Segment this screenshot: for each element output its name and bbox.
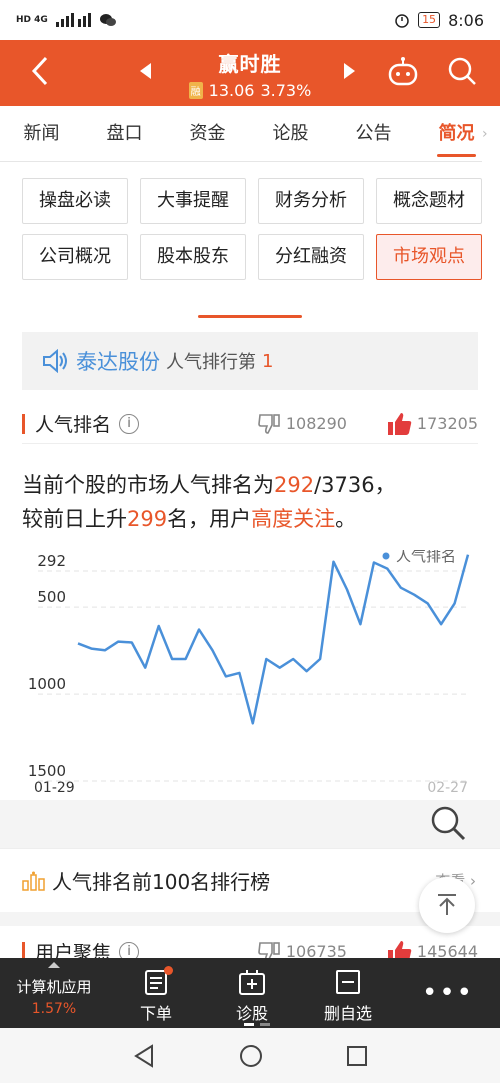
more-icon[interactable]: ••• bbox=[396, 958, 500, 1028]
margin-badge: 融 bbox=[188, 82, 203, 99]
section-title: 用户聚焦 bbox=[35, 942, 112, 960]
signal-indicators: HD 4G bbox=[16, 13, 116, 27]
search-icon[interactable] bbox=[448, 57, 478, 87]
expand-caret-icon[interactable] bbox=[48, 962, 60, 968]
desc-text: 。 bbox=[335, 507, 357, 531]
desc-text: 名，用户 bbox=[167, 507, 252, 531]
sector-info[interactable]: 计算机应用 1.57% bbox=[0, 958, 108, 1028]
banner-rank: 1 bbox=[262, 350, 274, 372]
btn-shareholders[interactable]: 股本股东 bbox=[140, 234, 246, 280]
y-tick-label: 292 bbox=[37, 552, 66, 570]
popularity-section-header: 人气排名 i 108290 173205 bbox=[22, 404, 478, 444]
desc-text: 较前日上升 bbox=[22, 507, 127, 531]
stock-price: 13.06 bbox=[208, 81, 255, 100]
down-vote-count: 108290 bbox=[285, 414, 347, 433]
robot-assistant-icon[interactable] bbox=[386, 56, 420, 88]
alarm-icon bbox=[395, 14, 409, 28]
rank-value: 292 bbox=[274, 473, 315, 497]
x-tick-label: 02-27 bbox=[427, 780, 468, 796]
minus-box-icon bbox=[336, 970, 360, 994]
speaker-icon bbox=[43, 349, 67, 373]
order-label: 下单 bbox=[139, 1004, 172, 1023]
thumbs-down-icon[interactable] bbox=[258, 413, 282, 435]
tab-funds[interactable]: 资金 bbox=[166, 106, 249, 161]
legend-marker bbox=[382, 552, 390, 560]
sector-name: 计算机应用 bbox=[16, 978, 92, 996]
system-nav-bar bbox=[0, 1028, 500, 1083]
diagnose-label: 诊股 bbox=[235, 1004, 268, 1023]
back-to-top-button[interactable] bbox=[419, 877, 475, 933]
page-dots bbox=[244, 1023, 270, 1026]
desc-text: 当前个股的市场人气排名为 bbox=[22, 473, 274, 497]
stock-quote: 融 13.06 3.73% bbox=[188, 81, 312, 100]
notification-dot bbox=[164, 966, 173, 975]
remove-watchlist-label: 删自选 bbox=[323, 1004, 372, 1023]
btn-dividends[interactable]: 分红融资 bbox=[258, 234, 364, 280]
section-marker bbox=[22, 413, 25, 434]
bottom-action-bar: 计算机应用 1.57% 下单 诊股 删自选 ••• bbox=[0, 958, 500, 1028]
profile-panel: 操盘必读 大事提醒 财务分析 概念题材 公司概况 股本股东 分红融资 市场观点 … bbox=[0, 162, 500, 800]
zoom-search-icon[interactable] bbox=[428, 803, 468, 843]
top100-label: 人气排名前100名排行榜 bbox=[52, 870, 271, 894]
wechat-icon bbox=[99, 14, 116, 26]
tab-bar: 新闻 盘口 资金 论股 公告 简况 › bbox=[0, 106, 500, 162]
thumbs-up-icon[interactable] bbox=[387, 412, 413, 436]
y-tick-label: 1000 bbox=[28, 675, 66, 693]
btn-market-views[interactable]: 市场观点 bbox=[376, 234, 482, 280]
tab-discussion[interactable]: 论股 bbox=[249, 106, 332, 161]
signal-icon bbox=[55, 13, 91, 27]
desc-text: /3736， bbox=[314, 473, 396, 497]
diagnose-button[interactable]: 诊股 bbox=[204, 958, 300, 1028]
nav-home-icon[interactable] bbox=[239, 1044, 263, 1068]
clock: 8:06 bbox=[448, 10, 484, 30]
diagnose-icon bbox=[239, 970, 265, 995]
arrow-up-icon bbox=[438, 894, 456, 915]
btn-trading-must-read[interactable]: 操盘必读 bbox=[22, 178, 128, 224]
vote-controls: 108290 173205 bbox=[258, 412, 478, 436]
popularity-description: 当前个股的市场人气排名为292/3736， 较前日上升299名，用户高度关注。 bbox=[22, 468, 478, 536]
series-line bbox=[77, 554, 470, 725]
next-stock-icon[interactable] bbox=[344, 63, 355, 79]
ranking-bars-icon bbox=[22, 871, 45, 891]
stock-name: 赢时胜 bbox=[218, 52, 282, 76]
up-vote-count: 173205 bbox=[416, 414, 478, 433]
remove-watchlist-button[interactable]: 删自选 bbox=[300, 958, 396, 1028]
popularity-line-chart: 人气排名 292 500 1000 150001-29 02-27 bbox=[28, 547, 470, 796]
stock-change: 3.73% bbox=[260, 81, 312, 100]
scroll-indicator bbox=[198, 315, 302, 318]
btn-company-overview[interactable]: 公司概况 bbox=[22, 234, 128, 280]
section-title: 人气排名 bbox=[35, 414, 112, 436]
status-bar: HD 4G 15 8:06 bbox=[0, 0, 500, 40]
user-focus-section: 用户聚焦 i 106735 145644 bbox=[0, 926, 500, 960]
btn-financial-analysis[interactable]: 财务分析 bbox=[258, 178, 364, 224]
tab-quote[interactable]: 盘口 bbox=[83, 106, 166, 161]
btn-major-events[interactable]: 大事提醒 bbox=[140, 178, 246, 224]
nav-recents-icon[interactable] bbox=[346, 1045, 368, 1067]
order-button[interactable]: 下单 bbox=[108, 958, 204, 1028]
battery-icon: 15 bbox=[418, 12, 441, 28]
tab-overflow-icon: › bbox=[482, 106, 500, 162]
y-tick-label: 500 bbox=[37, 588, 66, 606]
banner-company[interactable]: 泰达股份 bbox=[76, 346, 160, 376]
vote-controls: 106735 145644 bbox=[258, 940, 478, 961]
stock-header: 赢时胜 融 13.06 3.73% bbox=[0, 40, 500, 106]
tab-news[interactable]: 新闻 bbox=[0, 106, 83, 161]
popularity-chart: 人气排名 292 500 1000 1500 01-29 02-27 bbox=[0, 547, 500, 800]
carrier-label: HD 4G bbox=[16, 15, 48, 25]
y-tick-label: 1500 bbox=[28, 762, 66, 780]
btn-concepts[interactable]: 概念题材 bbox=[376, 178, 482, 224]
tab-announcements[interactable]: 公告 bbox=[332, 106, 415, 161]
info-icon[interactable]: i bbox=[119, 413, 140, 434]
x-tick-label: 01-29 bbox=[34, 780, 75, 796]
attention-level: 高度关注 bbox=[251, 507, 336, 531]
banner-text: 人气排行第 bbox=[166, 352, 256, 373]
thumbs-up-icon[interactable] bbox=[387, 940, 413, 961]
legend-label: 人气排名 bbox=[396, 550, 456, 565]
sector-pct: 1.57% bbox=[31, 1001, 77, 1017]
popularity-banner[interactable]: 泰达股份 人气排行第 1 bbox=[22, 332, 478, 390]
sub-menu-grid: 操盘必读 大事提醒 财务分析 概念题材 公司概况 股本股东 分红融资 市场观点 bbox=[0, 162, 500, 280]
nav-back-icon[interactable] bbox=[132, 1043, 156, 1068]
rise-value: 299 bbox=[127, 507, 168, 531]
